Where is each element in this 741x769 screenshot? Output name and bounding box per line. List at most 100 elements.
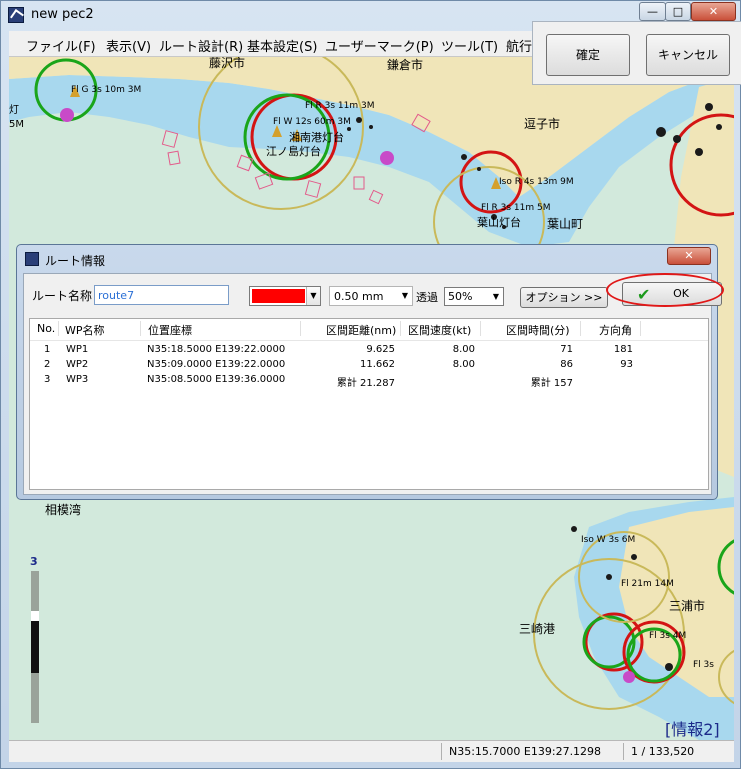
place-sagami-bay: 相模湾 bbox=[45, 503, 82, 517]
col-header-no[interactable]: No. bbox=[37, 322, 55, 335]
menu-tools[interactable]: ツール(T) bbox=[441, 36, 498, 55]
info-label[interactable]: [情報2] bbox=[665, 716, 720, 740]
confirm-button[interactable]: 確定 bbox=[546, 34, 630, 76]
route-name-label: ルート名称 bbox=[32, 289, 93, 303]
col-header-distance[interactable]: 区間距離(nm) bbox=[326, 322, 396, 338]
light-label: Fl W 12s 60m 3M bbox=[273, 117, 351, 127]
status-divider bbox=[441, 743, 442, 760]
place-fujisawa: 藤沢市 bbox=[209, 57, 246, 70]
light-label: Fl G 3s 10m 3M bbox=[71, 85, 142, 95]
cell-time: 71 bbox=[560, 344, 573, 355]
cell-wp-name: WP2 bbox=[66, 359, 89, 370]
line-width-value: 0.50 mm bbox=[334, 290, 384, 303]
line-width-select[interactable]: 0.50 mm ▼ bbox=[329, 286, 413, 306]
status-divider bbox=[623, 743, 624, 760]
transparency-value: 50% bbox=[448, 290, 473, 303]
place-hayama: 葉山町 bbox=[547, 217, 584, 231]
chevron-down-icon: ▼ bbox=[306, 287, 320, 305]
light-label: Fl 3s 4M bbox=[649, 631, 687, 641]
scale-slider[interactable] bbox=[31, 571, 39, 723]
route-color-swatch bbox=[252, 289, 305, 303]
cursor-coordinates: N35:15.7000 E139:27.1298 bbox=[449, 745, 602, 758]
header-divider bbox=[30, 340, 708, 341]
place-shonan-port-lighthouse: 湘南港灯台 bbox=[289, 131, 344, 144]
place-hayama-lighthouse: 葉山灯台 bbox=[477, 216, 521, 229]
col-divider bbox=[300, 321, 301, 336]
chevron-down-icon: ▼ bbox=[401, 291, 409, 300]
transparency-label: 透過 bbox=[416, 291, 438, 304]
app-window: new pec2 — □ ✕ 藤沢市 鎌倉市 逗子市 葉山町 相模湾 三浦市 三… bbox=[0, 0, 741, 769]
cell-bearing: 181 bbox=[613, 344, 633, 355]
cell-distance-total: 累計 21.287 bbox=[336, 378, 395, 389]
app-logo-icon bbox=[8, 7, 24, 23]
light-label: Fl R 3s 11m 3M bbox=[305, 101, 375, 111]
cell-wp-name: WP3 bbox=[66, 374, 89, 385]
cell-time: 86 bbox=[560, 359, 573, 370]
dialog-close-button[interactable]: ✕ bbox=[667, 247, 711, 265]
col-header-wp-name[interactable]: WP名称 bbox=[65, 322, 105, 338]
place-miura: 三浦市 bbox=[669, 599, 706, 613]
menu-route-design[interactable]: ルート設計(R) bbox=[159, 36, 243, 55]
cell-bearing: 93 bbox=[620, 359, 633, 370]
col-divider bbox=[580, 321, 581, 336]
cell-no: 2 bbox=[44, 359, 51, 370]
col-header-position[interactable]: 位置座標 bbox=[148, 322, 192, 338]
route-name-input[interactable] bbox=[94, 285, 229, 305]
maximize-button[interactable]: □ bbox=[665, 2, 691, 21]
route-table[interactable]: No. WP名称 位置座標 区間距離(nm) 区間速度(kt) 区間時間(分) … bbox=[29, 318, 709, 490]
route-info-dialog: ルート情報 ✕ ルート名称 ▼ 0.50 mm ▼ 透過 50% ▼ オプション… bbox=[16, 244, 724, 500]
place-zushi: 逗子市 bbox=[524, 117, 561, 131]
cell-speed: 8.00 bbox=[452, 344, 475, 355]
route-color-select[interactable]: ▼ bbox=[249, 286, 321, 306]
status-bar: N35:15.7000 E139:27.1298 1 / 133,520 bbox=[9, 740, 734, 762]
cell-no: 3 bbox=[44, 374, 51, 385]
dialog-app-icon bbox=[25, 252, 39, 266]
place-kamakura: 鎌倉市 bbox=[387, 58, 424, 72]
col-header-bearing[interactable]: 方向角 bbox=[599, 322, 632, 338]
col-header-time[interactable]: 区間時間(分) bbox=[506, 322, 570, 338]
light-label: Iso R 4s 13m 9M bbox=[499, 177, 574, 187]
place-misaki-port: 三崎港 bbox=[519, 622, 556, 636]
transparency-select[interactable]: 50% ▼ bbox=[444, 287, 504, 306]
minimize-button[interactable]: — bbox=[639, 2, 666, 21]
close-window-button[interactable]: ✕ bbox=[691, 2, 736, 21]
edge-label: 5M bbox=[9, 119, 24, 130]
cancel-button[interactable]: キャンセル bbox=[646, 34, 730, 76]
option-button[interactable]: オプション >> bbox=[520, 287, 608, 308]
dialog-title: ルート情報 bbox=[45, 254, 106, 268]
light-label: Fl 21m 14M bbox=[621, 579, 674, 589]
cell-time-total: 累計 157 bbox=[530, 378, 573, 389]
menu-file[interactable]: ファイル(F) bbox=[26, 36, 96, 55]
light-label: Iso W 3s 6M bbox=[581, 535, 636, 545]
col-divider bbox=[140, 321, 141, 336]
scale-indicator: 3 bbox=[30, 555, 38, 568]
map-scale: 1 / 133,520 bbox=[631, 745, 695, 758]
menu-view[interactable]: 表示(V) bbox=[106, 36, 151, 55]
ok-highlight-annotation bbox=[606, 273, 724, 307]
col-header-speed[interactable]: 区間速度(kt) bbox=[408, 322, 471, 338]
dialog-title-bar[interactable]: ルート情報 ✕ bbox=[17, 245, 717, 273]
cell-distance: 11.662 bbox=[360, 359, 395, 370]
cell-no: 1 bbox=[44, 344, 51, 355]
cell-speed: 8.00 bbox=[452, 359, 475, 370]
cell-distance: 9.625 bbox=[366, 344, 395, 355]
light-label: Fl 3s bbox=[693, 660, 714, 670]
cell-wp-name: WP1 bbox=[66, 344, 89, 355]
menu-bar: ファイル(F) 表示(V) ルート設計(R) 基本設定(S) ユーザーマーク(P… bbox=[9, 31, 534, 57]
menu-user-mark[interactable]: ユーザーマーク(P) bbox=[325, 36, 434, 55]
menu-basic-settings[interactable]: 基本設定(S) bbox=[247, 36, 317, 55]
col-divider bbox=[400, 321, 401, 336]
cell-position: N35:09.0000 E139:22.0000 bbox=[147, 359, 286, 370]
col-divider bbox=[58, 321, 59, 336]
cell-position: N35:18.5000 E139:22.0000 bbox=[147, 344, 286, 355]
col-divider bbox=[640, 321, 641, 336]
chevron-down-icon: ▼ bbox=[492, 292, 500, 301]
confirm-panel: 確定 キャンセル bbox=[532, 21, 741, 85]
window-title: new pec2 bbox=[31, 7, 94, 22]
cell-position: N35:08.5000 E139:36.0000 bbox=[147, 374, 286, 385]
light-label: Fl R 3s 11m 5M bbox=[481, 203, 551, 213]
menu-navigation[interactable]: 航行 bbox=[506, 36, 532, 55]
col-divider bbox=[480, 321, 481, 336]
place-enoshima-lighthouse: 江ノ島灯台 bbox=[266, 145, 321, 158]
edge-label: 灯 bbox=[9, 105, 19, 116]
